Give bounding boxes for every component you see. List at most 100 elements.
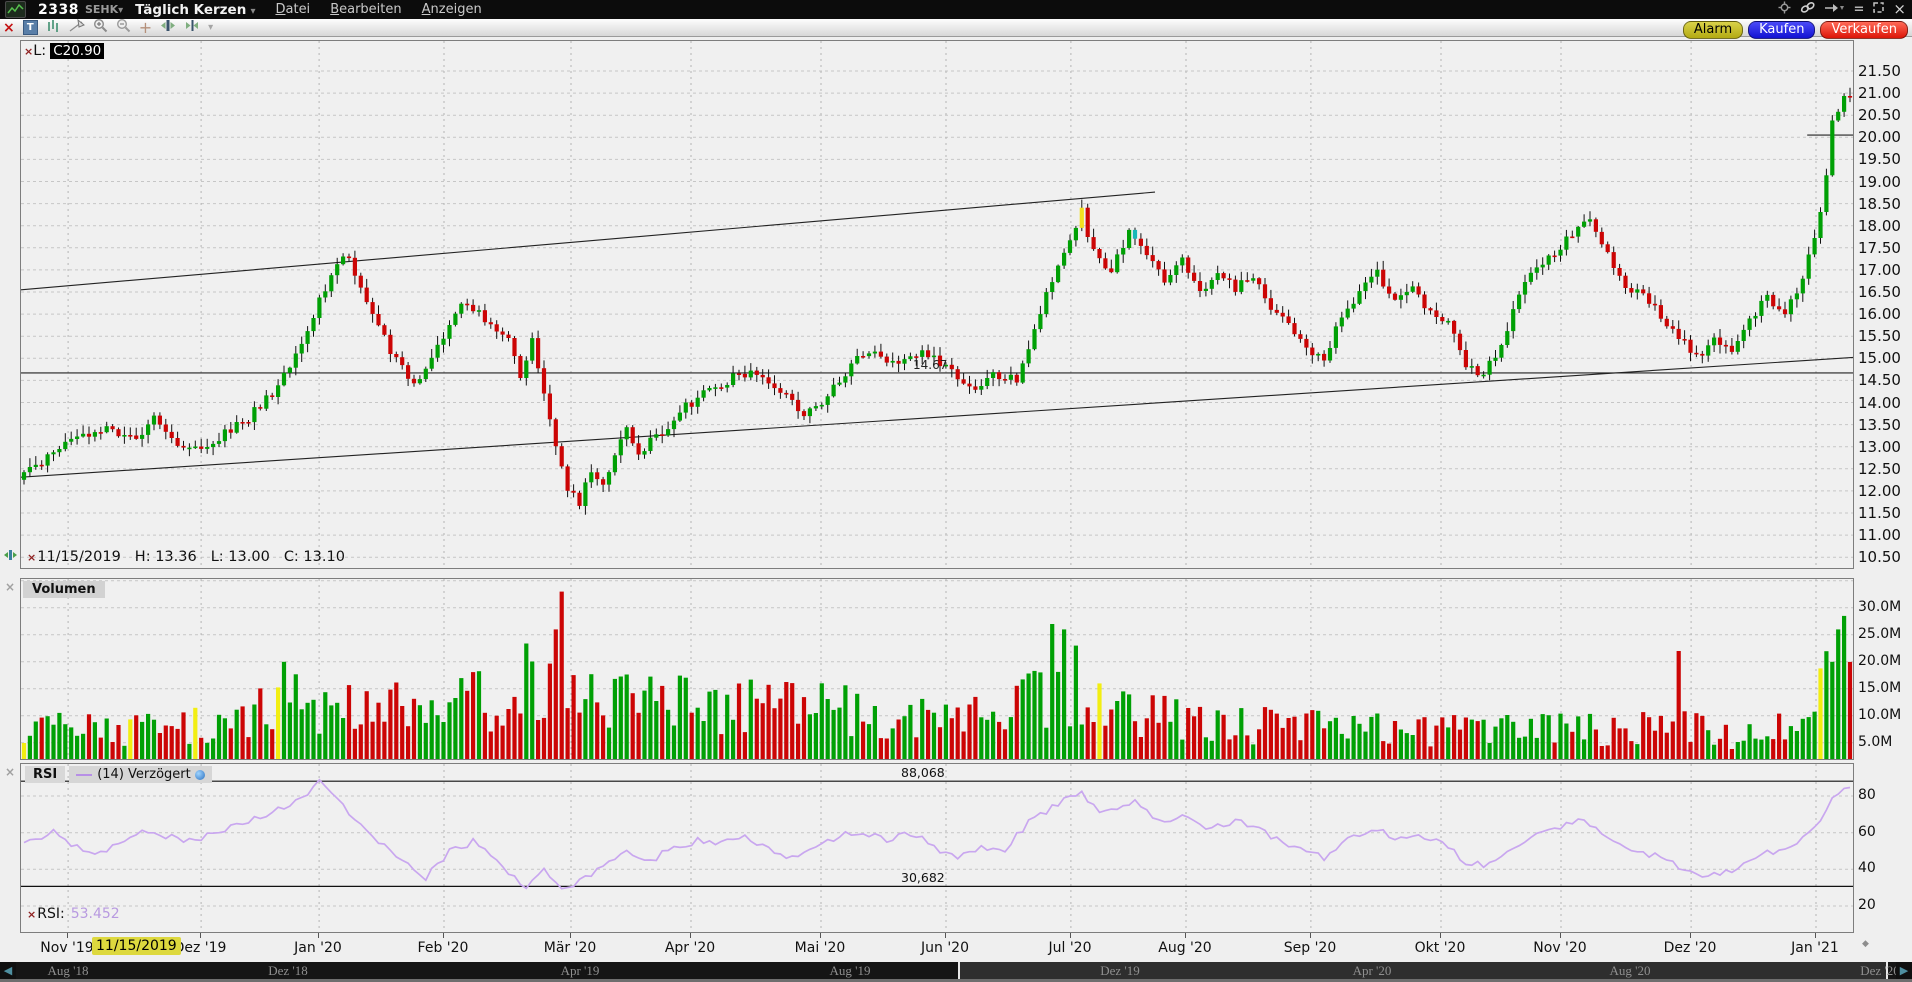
axis-tick-label: 13.50 [1858, 416, 1901, 434]
menu-anzeigen[interactable]: Anzeigen [422, 2, 482, 17]
date-tick [1310, 933, 1311, 938]
axis-tick-label: 5.0M [1858, 734, 1892, 750]
date-label: Jul '20 [1030, 940, 1110, 956]
close-icon[interactable]: × [1893, 0, 1906, 19]
pane-handle-icon[interactable] [3, 549, 18, 564]
timeframe-selector[interactable]: Täglich Kerzen [135, 2, 246, 18]
axis-tick-label: 21.50 [1858, 62, 1901, 80]
rsi-title[interactable]: RSI [25, 766, 65, 783]
ohlc-readout: ×11/15/2019H: 13.36L: 13.00C: 13.10 [27, 549, 359, 565]
remove-rsi-icon[interactable]: × [27, 908, 36, 921]
menu-datei[interactable]: Datei [275, 2, 310, 17]
rsi-upper-line-label: 88,068 [901, 765, 945, 780]
volume-pane-close-icon[interactable]: × [5, 580, 15, 594]
date-label: Okt '20 [1400, 940, 1480, 956]
alarm-button[interactable]: Alarm [1683, 21, 1743, 39]
rsi-chart [21, 764, 1853, 932]
zoom-in-icon[interactable] [93, 18, 108, 37]
date-label: Aug '20 [1145, 940, 1225, 956]
date-tick [1440, 933, 1441, 938]
date-tick [200, 933, 201, 938]
volume-pane-title: Volumen [23, 581, 105, 598]
date-label: Jan '20 [278, 940, 358, 956]
axis-anchor-icon[interactable]: ◆ [1862, 939, 1869, 949]
maximize-icon[interactable] [1873, 2, 1884, 17]
horizontal-level-label[interactable]: 14.67 [913, 358, 947, 372]
axis-tick-label: 16.00 [1858, 305, 1901, 323]
volume-pane[interactable]: Volumen [20, 578, 1854, 760]
tool-dropdown-icon[interactable]: ▾ [208, 22, 213, 33]
date-axis[interactable]: 11/15/2019 ◆ Nov '19Dez '19Jan '20Feb '2… [0, 933, 1912, 961]
date-label: Apr '20 [650, 940, 730, 956]
axis-tick-label: 12.50 [1858, 460, 1901, 478]
exchange-label[interactable]: SEHK [85, 3, 118, 16]
date-tick [1070, 933, 1071, 938]
chart-type-icon[interactable] [46, 19, 61, 37]
date-label: Jun '20 [905, 940, 985, 956]
price-chart-pane[interactable]: ×L:C20.90 ×11/15/2019H: 13.36L: 13.00C: … [20, 40, 1854, 569]
axis-tick-label: 12.00 [1858, 482, 1901, 500]
menu-bar: 2338 SEHK▾ Täglich Kerzen ▾ Datei Bearbe… [0, 0, 1912, 19]
date-tick [443, 933, 444, 938]
expand-panes-icon[interactable] [160, 19, 176, 36]
hovered-date-tooltip: 11/15/2019 [92, 937, 181, 955]
axis-tick-label: 60 [1858, 824, 1876, 840]
time-scrollbar[interactable]: ◀ ▶ Aug '18Dez '18Apr '19Aug '19Dez '19A… [0, 962, 1912, 979]
scrollbar-date-label: Apr '19 [535, 963, 625, 979]
date-tick [1815, 933, 1816, 938]
axis-tick-label: 21.00 [1858, 84, 1901, 102]
date-label: Nov '20 [1520, 940, 1600, 956]
gear-icon[interactable] [1778, 1, 1791, 18]
scrollbar-date-label: Apr '20 [1327, 963, 1417, 979]
rsi-pane[interactable]: RSI (14) Verzögert 88,068 30,682 ×RSI:53… [20, 763, 1854, 933]
menu-bearbeiten[interactable]: Bearbeiten [330, 2, 401, 17]
axis-tick-label: 19.50 [1858, 150, 1901, 168]
date-tick [1560, 933, 1561, 938]
scroll-right-icon[interactable]: ▶ [1896, 962, 1912, 979]
buy-button[interactable]: Kaufen [1748, 21, 1815, 39]
trading-app-window: 2338 SEHK▾ Täglich Kerzen ▾ Datei Bearbe… [0, 0, 1912, 982]
collapse-panes-icon[interactable] [184, 19, 200, 36]
remove-readout-icon[interactable]: × [27, 551, 36, 564]
date-tick [820, 933, 821, 938]
rsi-legend[interactable]: (14) Verzögert [69, 766, 212, 783]
zoom-out-icon[interactable] [116, 18, 131, 37]
rsi-value: 53.452 [71, 906, 120, 922]
trade-actions: Alarm Kaufen Verkaufen [1683, 21, 1908, 39]
rsi-header: RSI (14) Verzögert [25, 766, 212, 783]
volume-axis[interactable]: 30.0M25.0M20.0M15.0M10.0M5.0M [1858, 578, 1912, 758]
date-label: Feb '20 [403, 940, 483, 956]
axis-tick-label: 20 [1858, 897, 1876, 913]
scroll-left-icon[interactable]: ◀ [0, 962, 16, 979]
rsi-pane-close-icon[interactable]: × [5, 765, 15, 779]
sell-button[interactable]: Verkaufen [1820, 21, 1908, 39]
pin-icon[interactable] [1825, 2, 1845, 18]
crosshair-tool-icon[interactable]: + [139, 20, 152, 36]
axis-tick-label: 25.0M [1858, 626, 1901, 642]
axis-tick-label: 15.00 [1858, 349, 1901, 367]
remove-indicator-icon[interactable]: × [24, 45, 33, 58]
rsi-axis[interactable]: 80 60 40 20 [1858, 763, 1912, 931]
axis-tick-label: 10.0M [1858, 707, 1901, 723]
timeframe-caret-icon[interactable]: ▾ [250, 6, 255, 17]
minimize-icon[interactable]: = [1854, 0, 1865, 19]
date-tick [318, 933, 319, 938]
axis-tick-label: 14.00 [1858, 394, 1901, 412]
date-tick [945, 933, 946, 938]
link-icon[interactable] [1800, 1, 1816, 18]
axis-tick-label: 11.50 [1858, 504, 1901, 522]
date-tick [1185, 933, 1186, 938]
price-axis[interactable]: 21.5021.0020.5020.0019.5019.0018.5018.00… [1858, 40, 1912, 567]
text-tool-icon[interactable]: T [23, 20, 38, 35]
last-price-chip: C20.90 [50, 43, 104, 59]
symbol-label[interactable]: 2338 [38, 2, 79, 18]
exchange-caret-icon[interactable]: ▾ [118, 5, 123, 16]
axis-tick-label: 40 [1858, 860, 1876, 876]
axis-tick-label: 10.50 [1858, 548, 1901, 566]
close-tool-icon[interactable]: × [3, 20, 15, 36]
drawing-toolbar: × T + ▾ [0, 19, 1912, 37]
axis-tick-label: 15.50 [1858, 327, 1901, 345]
axis-tick-label: 20.0M [1858, 653, 1901, 669]
pointer-tool-icon[interactable] [69, 19, 85, 37]
axis-tick-label: 80 [1858, 787, 1876, 803]
